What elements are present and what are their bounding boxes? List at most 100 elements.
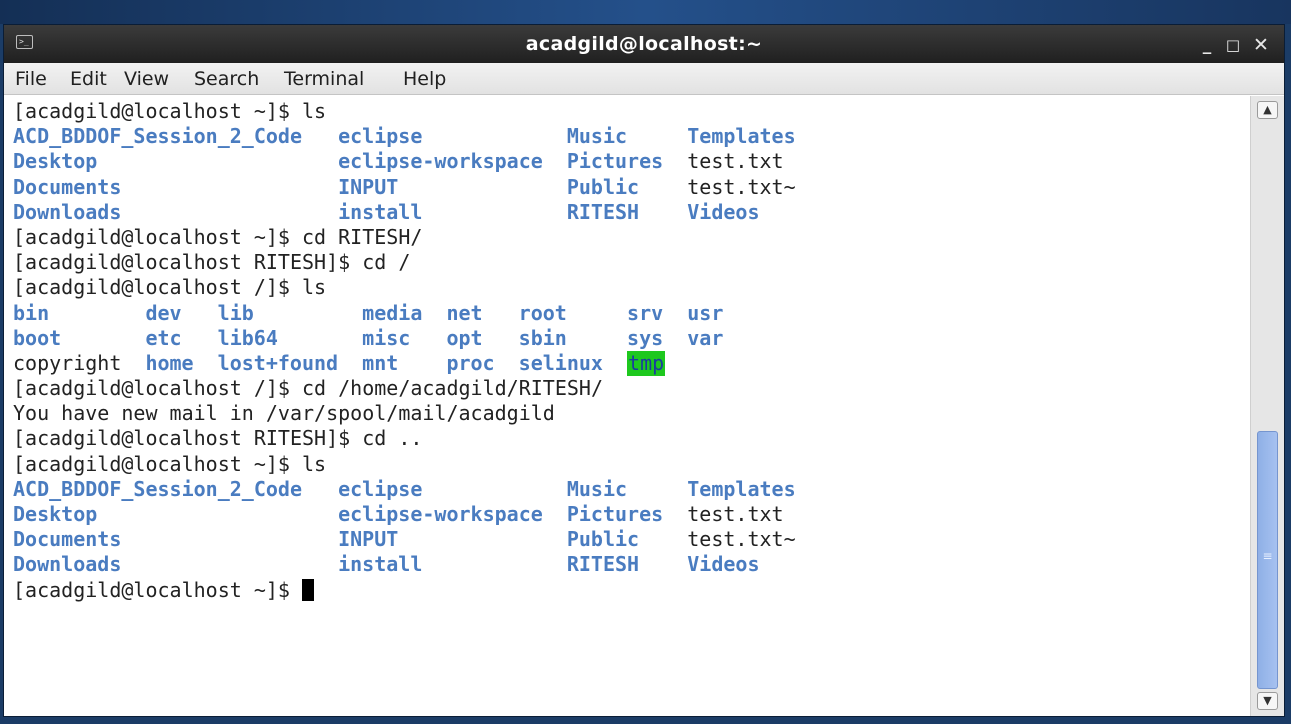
directory-entry: sys xyxy=(627,325,664,350)
directory-entry: Music xyxy=(566,476,628,501)
terminal-line: [acadgild@localhost /]$ cd /home/acadgil… xyxy=(13,376,1243,401)
directory-entry: Music xyxy=(566,124,628,149)
directory-entry: eclipse-workspace xyxy=(338,149,543,174)
directory-entry: media xyxy=(362,300,423,325)
scrollbar-thumb[interactable]: ≡ xyxy=(1257,431,1278,689)
menu-help[interactable]: Help xyxy=(403,63,446,95)
grip-icon: ≡ xyxy=(1262,549,1273,563)
terminal-lines: [acadgild@localhost ~]$ ls ACD_BDDOF_Sess… xyxy=(13,99,1243,603)
directory-entry: mnt xyxy=(362,350,399,375)
directory-entry: home xyxy=(145,350,194,375)
directory-entry: eclipse xyxy=(338,124,423,149)
terminal-line: [acadgild@localhost RITESH]$ cd / xyxy=(13,250,1243,275)
directory-entry: Pictures xyxy=(566,149,664,174)
directory-entry: Documents xyxy=(13,527,122,552)
directory-entry: RITESH xyxy=(566,552,640,577)
directory-entry: Templates xyxy=(687,476,796,501)
directory-entry: lib64 xyxy=(217,325,278,350)
directory-entry: dev xyxy=(145,300,182,325)
terminal-line: ACD_BDDOF_Session_2_Code eclipse Music Temp… xyxy=(13,124,1243,149)
terminal-text: [acadgild@localhost /]$ ls xyxy=(13,275,327,300)
directory-entry: sbin xyxy=(518,325,567,350)
directory-entry: Downloads xyxy=(13,199,122,224)
file-entry: tmp xyxy=(627,350,666,376)
file-entry: copyright xyxy=(13,350,122,375)
terminal-text: You have new mail in /var/spool/mail/aca… xyxy=(13,401,555,426)
chevron-up-icon[interactable]: ▲ xyxy=(1257,101,1278,119)
file-entry: test.txt xyxy=(687,502,784,526)
directory-entry: opt xyxy=(446,325,483,350)
terminal-text: [acadgild@localhost ~]$ ls xyxy=(13,99,327,123)
terminal-line: copyright home lost+found mnt proc selinux tmp xyxy=(13,350,1243,376)
terminal-line: Desktop eclipse-workspace Pictures test.txt xyxy=(13,149,1243,174)
directory-entry: net xyxy=(446,300,483,325)
directory-entry: Public xyxy=(566,174,640,199)
directory-entry: Desktop xyxy=(13,149,98,174)
directory-entry: srv xyxy=(627,300,664,325)
maximize-button[interactable]: □ xyxy=(1219,25,1247,63)
terminal-text: [acadgild@localhost ~]$ cd RITESH/ xyxy=(13,224,423,249)
directory-entry: Pictures xyxy=(566,502,664,526)
terminal-text: [acadgild@localhost /]$ cd /home/acadgil… xyxy=(13,376,604,401)
desktop-top-panel xyxy=(0,0,1291,24)
terminal-text: [acadgild@localhost RITESH]$ cd .. xyxy=(13,426,423,451)
terminal-line: Desktop eclipse-workspace Pictures test.txt xyxy=(13,502,1243,527)
directory-entry: lost+found xyxy=(217,350,339,375)
directory-entry: install xyxy=(338,199,423,224)
close-button[interactable]: ✕ xyxy=(1247,25,1275,63)
file-entry: test.txt~ xyxy=(687,527,796,552)
directory-entry: proc xyxy=(446,350,495,375)
terminal-line: Documents INPUT Public test.txt~ xyxy=(13,527,1243,552)
terminal-line: [acadgild@localhost ~]$ cd RITESH/ xyxy=(13,225,1243,250)
directory-entry: install xyxy=(338,552,423,577)
directory-entry: Documents xyxy=(13,174,122,199)
terminal-line: Documents INPUT Public test.txt~ xyxy=(13,175,1243,200)
directory-entry: INPUT xyxy=(338,174,399,199)
menu-view[interactable]: View xyxy=(124,63,169,95)
directory-entry: RITESH xyxy=(566,199,640,224)
terminal-line: You have new mail in /var/spool/mail/aca… xyxy=(13,401,1243,426)
terminal-line: ACD_BDDOF_Session_2_Code eclipse Music Temp… xyxy=(13,477,1243,502)
terminal-output[interactable]: [acadgild@localhost ~]$ ls ACD_BDDOF_Sess… xyxy=(4,96,1250,716)
terminal-line: bin dev lib media net root srv usr xyxy=(13,301,1243,326)
terminal-line: [acadgild@localhost ~]$ ls xyxy=(13,99,1243,124)
directory-entry: Videos xyxy=(687,199,760,224)
file-entry: test.txt xyxy=(687,149,784,174)
directory-entry: eclipse-workspace xyxy=(338,502,543,526)
directory-entry: eclipse xyxy=(338,476,423,501)
text-cursor xyxy=(301,578,314,601)
menu-search[interactable]: Search xyxy=(194,63,259,95)
terminal-text: [acadgild@localhost ~]$ ls xyxy=(13,451,327,476)
menu-terminal[interactable]: Terminal xyxy=(284,63,364,95)
directory-entry: lib xyxy=(217,300,254,325)
directory-entry: Downloads xyxy=(13,552,122,577)
directory-entry: Desktop xyxy=(13,502,98,526)
directory-entry: Videos xyxy=(687,552,760,577)
directory-entry: ACD_BDDOF_Session_2_Code xyxy=(13,476,302,501)
terminal-text: [acadgild@localhost RITESH]$ cd / xyxy=(13,250,411,275)
directory-entry: INPUT xyxy=(338,527,399,552)
window-title: acadgild@localhost:~ xyxy=(525,33,763,55)
title-bar[interactable]: >_ acadgild@localhost:~ _ □ ✕ xyxy=(4,25,1284,63)
directory-entry: Public xyxy=(566,527,640,552)
directory-entry: misc xyxy=(362,325,411,350)
directory-entry: Templates xyxy=(687,124,796,149)
menu-edit[interactable]: Edit xyxy=(70,63,107,95)
directory-entry: etc xyxy=(145,325,182,350)
directory-entry: selinux xyxy=(518,350,603,375)
vertical-scrollbar[interactable]: ▲ ≡ ▼ xyxy=(1250,96,1284,716)
terminal-line: [acadgild@localhost /]$ ls xyxy=(13,275,1243,300)
terminal-line: [acadgild@localhost ~]$ xyxy=(13,578,1243,603)
directory-entry: usr xyxy=(687,300,724,325)
menu-file[interactable]: File xyxy=(15,63,47,95)
terminal-text: [acadgild@localhost ~]$ xyxy=(13,577,302,602)
chevron-down-icon[interactable]: ▼ xyxy=(1257,692,1278,710)
directory-entry: var xyxy=(687,325,724,350)
directory-entry: root xyxy=(518,300,567,325)
directory-entry: ACD_BDDOF_Session_2_Code xyxy=(13,124,302,149)
minimize-button[interactable]: _ xyxy=(1193,25,1221,63)
file-entry: test.txt~ xyxy=(687,174,796,199)
terminal-window: >_ acadgild@localhost:~ _ □ ✕ File Edit … xyxy=(3,24,1285,717)
terminal-line: Downloads install RITESH Videos xyxy=(13,200,1243,225)
directory-entry: boot xyxy=(13,325,62,350)
